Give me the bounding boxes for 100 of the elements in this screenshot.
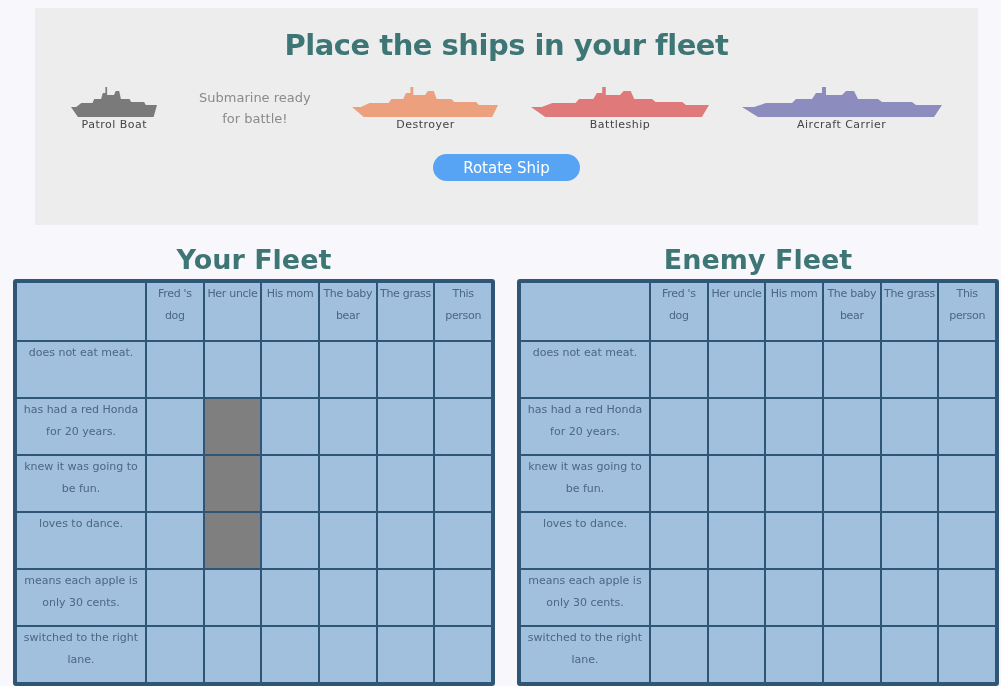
column-header: This person <box>939 283 995 340</box>
grid-cell[interactable] <box>147 399 203 454</box>
grid-cell[interactable] <box>377 513 434 568</box>
row-header: knew it was going to be fun. <box>521 456 649 511</box>
grid-cell[interactable] <box>766 570 822 625</box>
grid-cell[interactable] <box>651 399 707 454</box>
grid-cell[interactable] <box>435 570 491 625</box>
grid-cell[interactable] <box>147 570 203 625</box>
ship-label: Destroyer <box>396 118 455 131</box>
grid-cell[interactable] <box>262 627 318 682</box>
column-header: Her uncle <box>204 283 261 340</box>
row-header: means each apple is only 30 cents. <box>17 570 145 625</box>
grid-cell[interactable] <box>881 342 938 397</box>
grid-cell[interactable] <box>651 570 707 625</box>
grid-cell[interactable] <box>766 399 822 454</box>
grid-cell[interactable] <box>651 456 707 511</box>
grid-cell[interactable] <box>320 570 376 625</box>
grid-cell[interactable] <box>147 627 203 682</box>
grid-cell[interactable] <box>939 342 995 397</box>
ship-cell[interactable] <box>204 456 261 511</box>
board-title: Your Fleet <box>176 243 332 277</box>
grid-cell[interactable] <box>881 399 938 454</box>
ship-icon[interactable] <box>71 87 158 117</box>
grid-cell[interactable] <box>262 342 318 397</box>
column-header: The baby bear <box>320 283 376 340</box>
ship-icon[interactable] <box>531 87 710 117</box>
grid-cell[interactable] <box>262 456 318 511</box>
grid-cell[interactable] <box>262 399 318 454</box>
column-header: His mom <box>262 283 318 340</box>
grid-cell[interactable] <box>766 627 822 682</box>
grid-cell[interactable] <box>435 399 491 454</box>
grid-cell[interactable] <box>320 513 376 568</box>
grid-cell[interactable] <box>377 399 434 454</box>
grid-cell[interactable] <box>708 570 765 625</box>
grid-cell[interactable] <box>939 627 995 682</box>
grid-cell[interactable] <box>147 513 203 568</box>
ready-message: Submarine ready for battle! <box>198 89 312 128</box>
grid-cell[interactable] <box>766 513 822 568</box>
ship-label: Patrol Boat <box>81 118 148 131</box>
grid-cell[interactable] <box>881 456 938 511</box>
column-header: Fred 's dog <box>147 283 203 340</box>
row-header: loves to dance. <box>17 513 145 568</box>
grid-cell[interactable] <box>651 627 707 682</box>
grid-cell[interactable] <box>204 342 261 397</box>
row-header: does not eat meat. <box>521 342 649 397</box>
grid-cell[interactable] <box>435 456 491 511</box>
grid-cell[interactable] <box>377 456 434 511</box>
grid-cell[interactable] <box>824 513 880 568</box>
grid-cell[interactable] <box>939 570 995 625</box>
grid-cell[interactable] <box>708 456 765 511</box>
grid-cell[interactable] <box>881 627 938 682</box>
grid-cell[interactable] <box>824 570 880 625</box>
grid-cell[interactable] <box>881 513 938 568</box>
grid-cell[interactable] <box>651 342 707 397</box>
rotate-ship-button[interactable]: Rotate Ship <box>433 154 580 181</box>
grid-cell[interactable] <box>377 570 434 625</box>
column-header: The baby bear <box>824 283 880 340</box>
row-header: does not eat meat. <box>17 342 145 397</box>
grid-cell[interactable] <box>824 399 880 454</box>
column-header: The grass <box>377 283 434 340</box>
grid-cell[interactable] <box>824 627 880 682</box>
grid-cell[interactable] <box>435 627 491 682</box>
grid-cell[interactable] <box>320 627 376 682</box>
column-header: The grass <box>881 283 938 340</box>
ship-icon[interactable] <box>352 87 499 117</box>
grid-cell[interactable] <box>939 456 995 511</box>
grid-cell[interactable] <box>708 399 765 454</box>
grid-cell[interactable] <box>708 627 765 682</box>
grid-cell[interactable] <box>262 513 318 568</box>
grid-cell[interactable] <box>881 570 938 625</box>
grid-cell[interactable] <box>377 627 434 682</box>
grid-cell[interactable] <box>766 456 822 511</box>
ship-cell[interactable] <box>204 513 261 568</box>
ship-icon[interactable] <box>741 87 942 117</box>
grid-cell[interactable] <box>147 342 203 397</box>
grid-cell[interactable] <box>204 627 261 682</box>
grid-cell[interactable] <box>320 456 376 511</box>
grid-cell[interactable] <box>939 399 995 454</box>
grid-cell[interactable] <box>824 456 880 511</box>
ship-cell[interactable] <box>204 399 261 454</box>
grid-cell[interactable] <box>204 570 261 625</box>
grid-cell[interactable] <box>708 513 765 568</box>
grid-cell[interactable] <box>320 399 376 454</box>
column-header: His mom <box>766 283 822 340</box>
grid-cell[interactable] <box>147 456 203 511</box>
grid-cell[interactable] <box>435 342 491 397</box>
grid-cell[interactable] <box>651 513 707 568</box>
grid-cell[interactable] <box>824 342 880 397</box>
grid-cell[interactable] <box>377 342 434 397</box>
column-header: Her uncle <box>708 283 765 340</box>
grid-cell[interactable] <box>320 342 376 397</box>
grid-cell[interactable] <box>766 342 822 397</box>
grid-cell[interactable] <box>262 570 318 625</box>
grid-cell[interactable] <box>708 342 765 397</box>
ship-label: Aircraft Carrier <box>797 118 887 131</box>
grid-cell[interactable] <box>435 513 491 568</box>
row-header: has had a red Honda for 20 years. <box>17 399 145 454</box>
column-header: Fred 's dog <box>651 283 707 340</box>
grid-cell[interactable] <box>939 513 995 568</box>
row-header: has had a red Honda for 20 years. <box>521 399 649 454</box>
